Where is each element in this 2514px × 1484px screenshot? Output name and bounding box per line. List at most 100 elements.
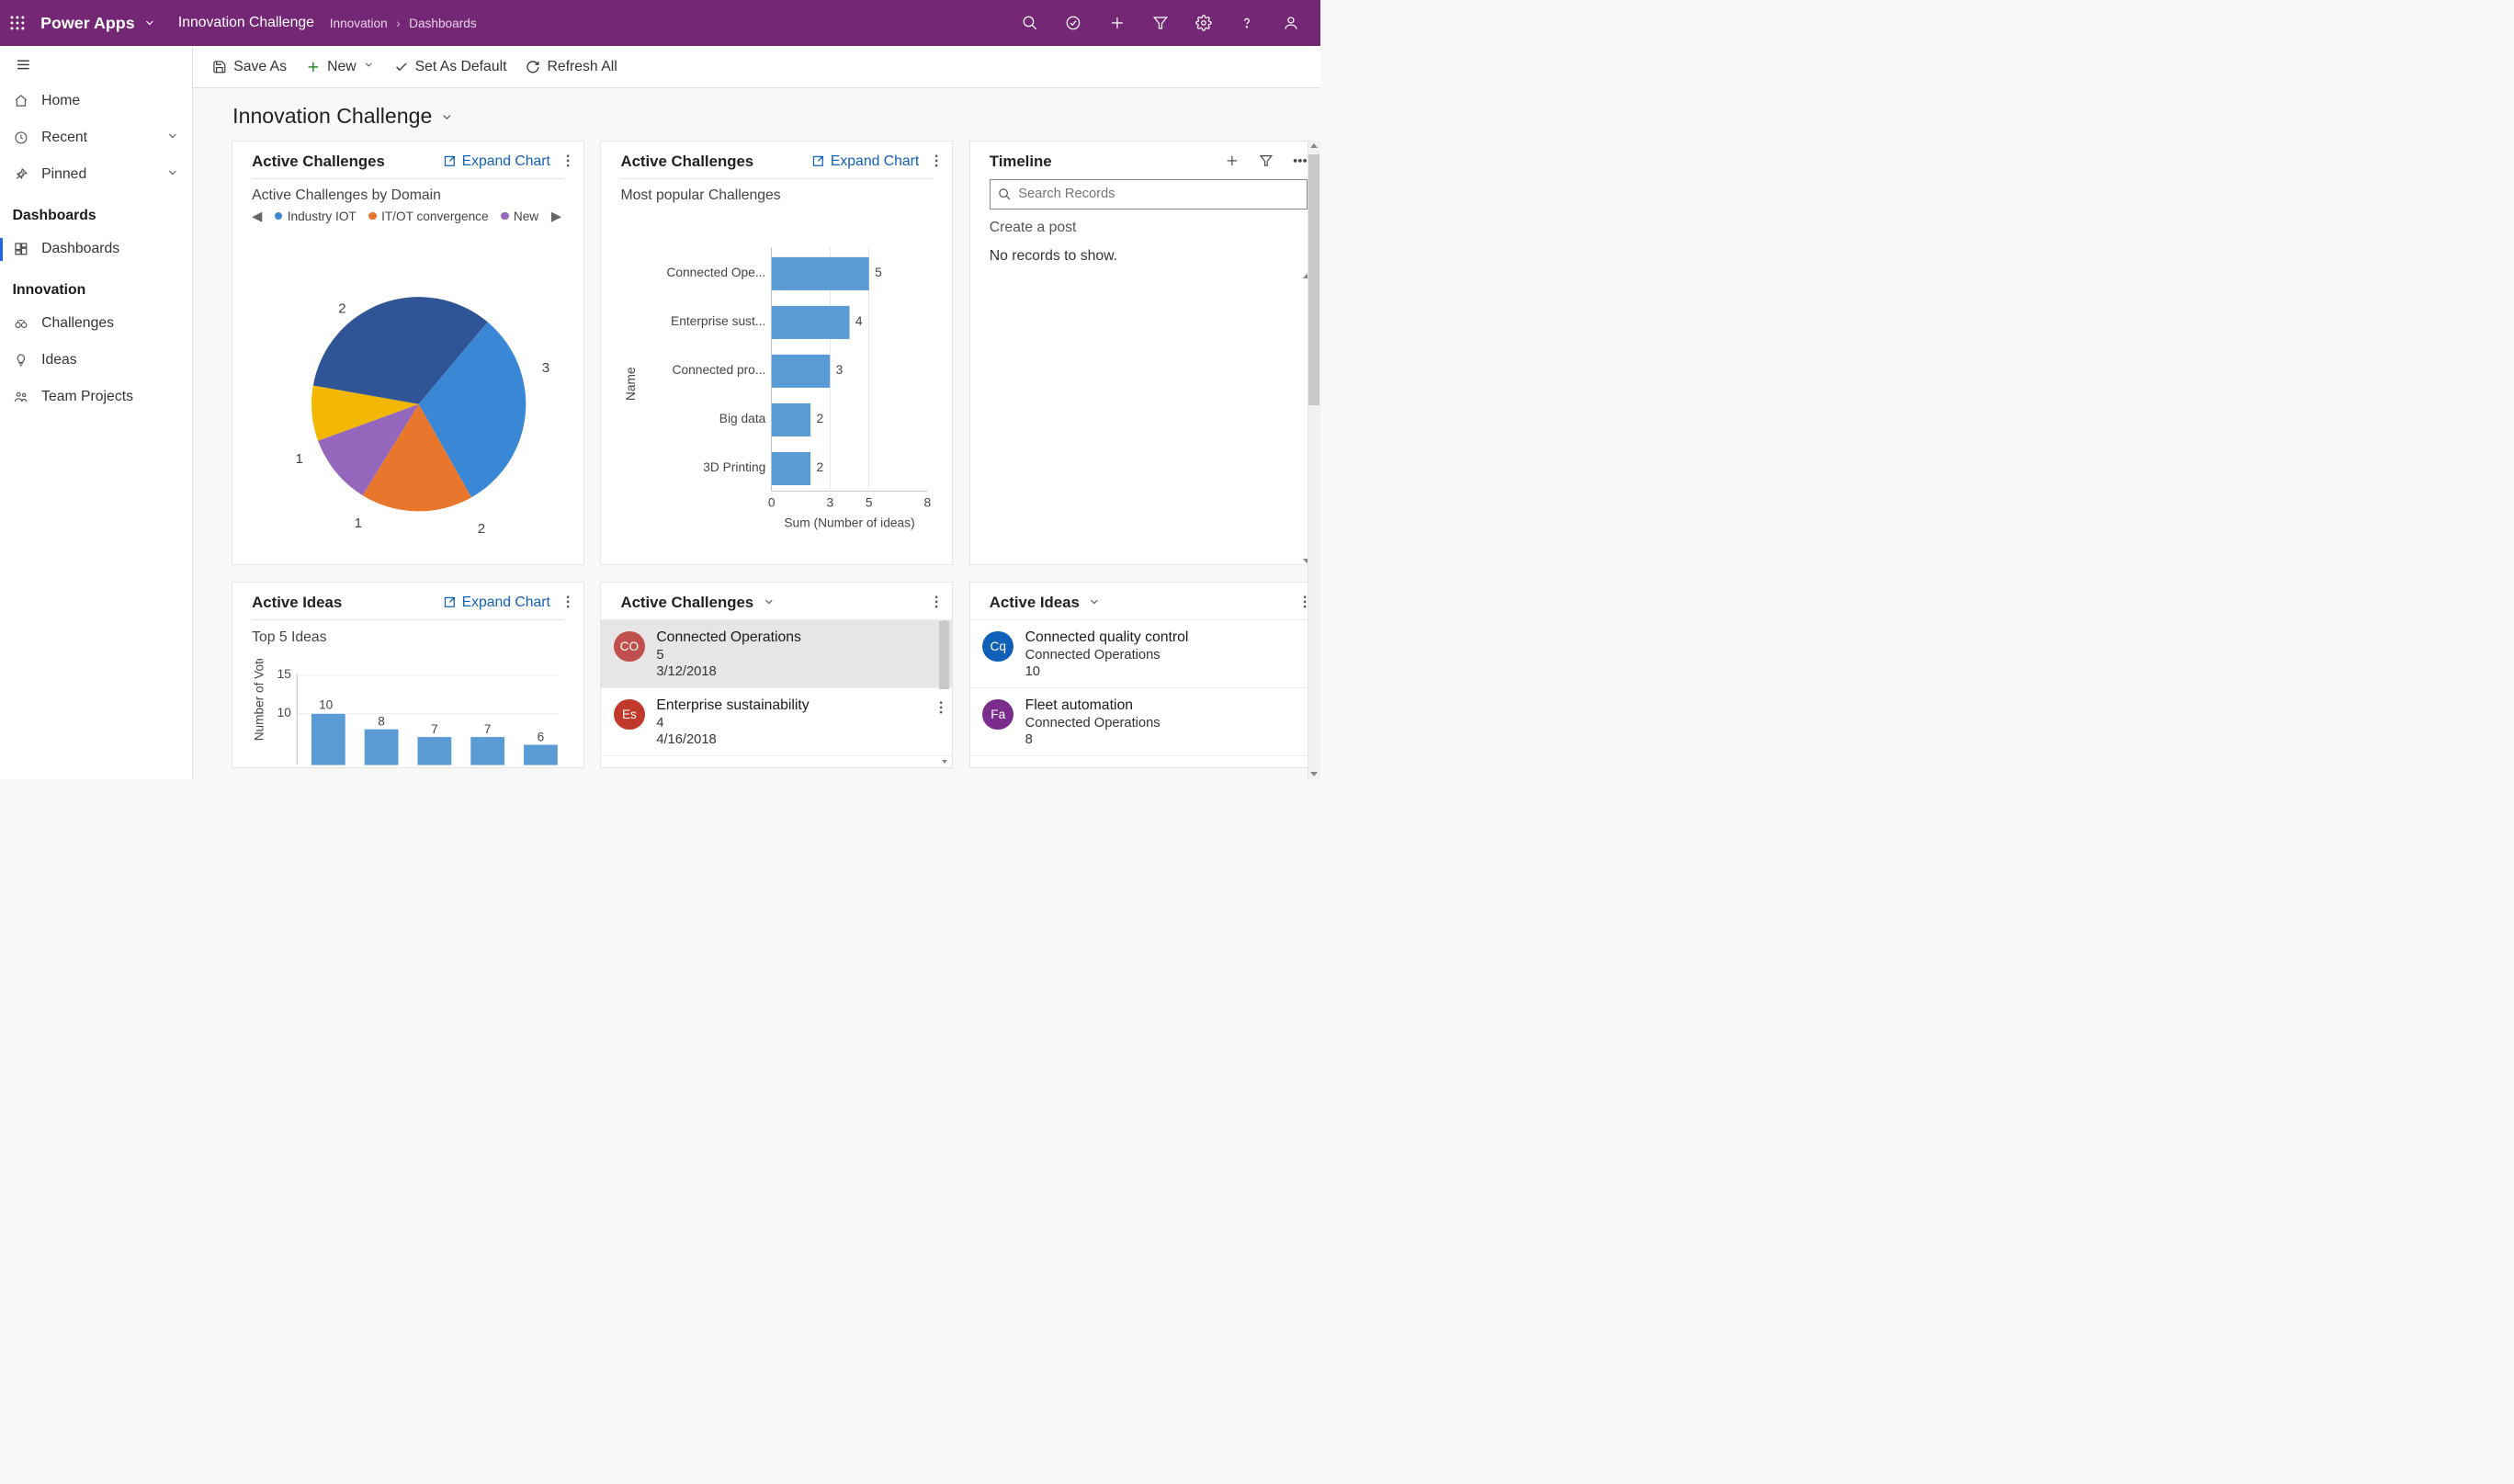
people-icon — [14, 390, 29, 405]
svg-text:2: 2 — [817, 412, 824, 425]
breadcrumb-item[interactable]: Dashboards — [409, 17, 477, 30]
cmd-save-as[interactable]: Save As — [212, 59, 287, 75]
scrollbar[interactable] — [1308, 141, 1321, 779]
card-title: Active Ideas — [252, 594, 342, 612]
cmd-label: Refresh All — [548, 59, 617, 75]
add-icon[interactable] — [1225, 153, 1240, 170]
breadcrumb-item[interactable]: Innovation — [330, 17, 388, 30]
list-item-count: 10 — [1025, 664, 1189, 679]
svg-text:Name: Name — [624, 367, 638, 401]
chart-subtitle: Most popular Challenges — [601, 179, 951, 209]
search-icon[interactable] — [1022, 15, 1039, 32]
settings-icon[interactable] — [1195, 15, 1213, 32]
hbar-chart: Name — [601, 209, 951, 565]
svg-text:3: 3 — [836, 363, 844, 377]
more-icon[interactable] — [566, 153, 570, 170]
cmd-refresh-all[interactable]: Refresh All — [526, 59, 617, 75]
svg-text:Number of Votes): Number of Votes) — [252, 659, 266, 741]
breadcrumb: Innovation › Dashboards — [330, 17, 477, 30]
list-item-sub: Connected Operations — [1025, 716, 1161, 731]
sidebar-item-label: Dashboards — [41, 241, 119, 257]
main-content: Save As New Set As Default Refresh All I… — [193, 46, 1320, 779]
more-icon[interactable] — [566, 595, 570, 611]
legend-item[interactable]: New — [501, 210, 538, 223]
list-item-title: Fleet automation — [1025, 697, 1161, 714]
sidebar-item-team-projects[interactable]: Team Projects — [0, 379, 192, 415]
list-item-sub: 4 — [656, 716, 809, 731]
dashboard-icon — [14, 242, 29, 257]
svg-text:Enterprise sust...: Enterprise sust... — [671, 314, 765, 328]
waffle-icon[interactable] — [4, 9, 31, 37]
chevron-down-icon — [166, 166, 179, 184]
list-item-date: 4/16/2018 — [656, 732, 809, 747]
card-active-challenges-bar: Active Challenges Expand Chart Most popu… — [600, 141, 952, 565]
help-icon[interactable] — [1239, 15, 1256, 32]
cmd-label: Set As Default — [415, 59, 507, 75]
scrollbar[interactable] — [937, 621, 949, 762]
chart-subtitle: Active Challenges by Domain — [232, 179, 583, 209]
hamburger-icon[interactable] — [0, 46, 192, 83]
account-icon[interactable] — [1282, 15, 1299, 32]
svg-text:5: 5 — [875, 266, 882, 279]
sidebar-section-title: Dashboards — [0, 193, 192, 231]
filter-icon[interactable] — [1151, 15, 1169, 32]
avatar: Cq — [982, 631, 1014, 663]
search-input[interactable] — [1018, 187, 1298, 201]
expand-chart-button[interactable]: Expand Chart — [811, 153, 919, 170]
chevron-down-icon[interactable] — [1088, 595, 1101, 610]
avatar: CO — [614, 631, 645, 663]
sidebar-item-challenges[interactable]: Challenges — [0, 305, 192, 342]
cmd-new[interactable]: New — [306, 59, 375, 75]
chevron-down-icon[interactable] — [763, 595, 776, 610]
sidebar-item-home[interactable]: Home — [0, 83, 192, 119]
cmd-label: New — [327, 59, 357, 75]
command-bar: Save As New Set As Default Refresh All — [193, 46, 1320, 87]
svg-text:15: 15 — [277, 667, 292, 681]
add-icon[interactable] — [1108, 15, 1126, 32]
expand-chart-button[interactable]: Expand Chart — [443, 595, 550, 611]
brand-title: Power Apps — [40, 14, 135, 33]
chevron-down-icon — [440, 110, 454, 124]
avatar: Fa — [982, 699, 1014, 731]
legend-item[interactable]: Industry IOT — [275, 210, 357, 223]
sidebar-item-label: Pinned — [41, 166, 86, 183]
svg-text:Connected Ope...: Connected Ope... — [667, 266, 766, 279]
list-item-sub: 5 — [656, 648, 801, 663]
more-icon[interactable] — [934, 595, 938, 611]
create-post-link[interactable]: Create a post — [970, 210, 1320, 240]
chevron-right-icon: › — [396, 17, 401, 30]
svg-text:1: 1 — [355, 515, 362, 531]
card-active-challenges-pie: Active Challenges Expand Chart Active Ch… — [232, 141, 583, 565]
more-icon[interactable] — [934, 153, 938, 170]
clock-icon — [14, 130, 29, 146]
list-item[interactable]: Cq Connected quality control Connected O… — [970, 620, 1320, 688]
timeline-search[interactable] — [990, 179, 1308, 210]
card-title: Active Challenges — [620, 153, 753, 171]
legend-item[interactable]: IT/OT convergence — [368, 210, 488, 223]
svg-text:0: 0 — [768, 495, 776, 509]
sidebar-item-ideas[interactable]: Ideas — [0, 342, 192, 379]
legend-prev-icon[interactable]: ◀ — [252, 209, 262, 224]
sidebar-item-pinned[interactable]: Pinned — [0, 156, 192, 193]
svg-text:8: 8 — [924, 495, 932, 509]
more-icon[interactable] — [1293, 153, 1308, 170]
expand-chart-button[interactable]: Expand Chart — [443, 153, 550, 170]
brand-dropdown[interactable] — [143, 17, 156, 29]
list-item[interactable]: Fa Fleet automation Connected Operations… — [970, 688, 1320, 756]
svg-text:3: 3 — [827, 495, 834, 509]
environment-name[interactable]: Innovation Challenge — [178, 15, 314, 31]
list-item[interactable]: CO Connected Operations 5 3/12/2018 — [601, 620, 951, 688]
legend-next-icon[interactable]: ▶ — [551, 209, 561, 224]
list-item-sub: Connected Operations — [1025, 648, 1189, 663]
list-item[interactable]: Es Enterprise sustainability 4 4/16/2018 — [601, 688, 951, 756]
chart-subtitle: Top 5 Ideas — [232, 620, 583, 650]
card-timeline: Timeline Create a post No records to sho… — [969, 141, 1320, 565]
page-title-row[interactable]: Innovation Challenge — [193, 88, 1320, 141]
sidebar-item-dashboards[interactable]: Dashboards — [0, 231, 192, 267]
list-item-count: 8 — [1025, 732, 1161, 747]
svg-text:Connected pro...: Connected pro... — [673, 363, 766, 377]
task-icon[interactable] — [1065, 15, 1082, 32]
cmd-set-default[interactable]: Set As Default — [394, 59, 507, 75]
filter-icon[interactable] — [1259, 153, 1274, 170]
sidebar-item-recent[interactable]: Recent — [0, 119, 192, 156]
